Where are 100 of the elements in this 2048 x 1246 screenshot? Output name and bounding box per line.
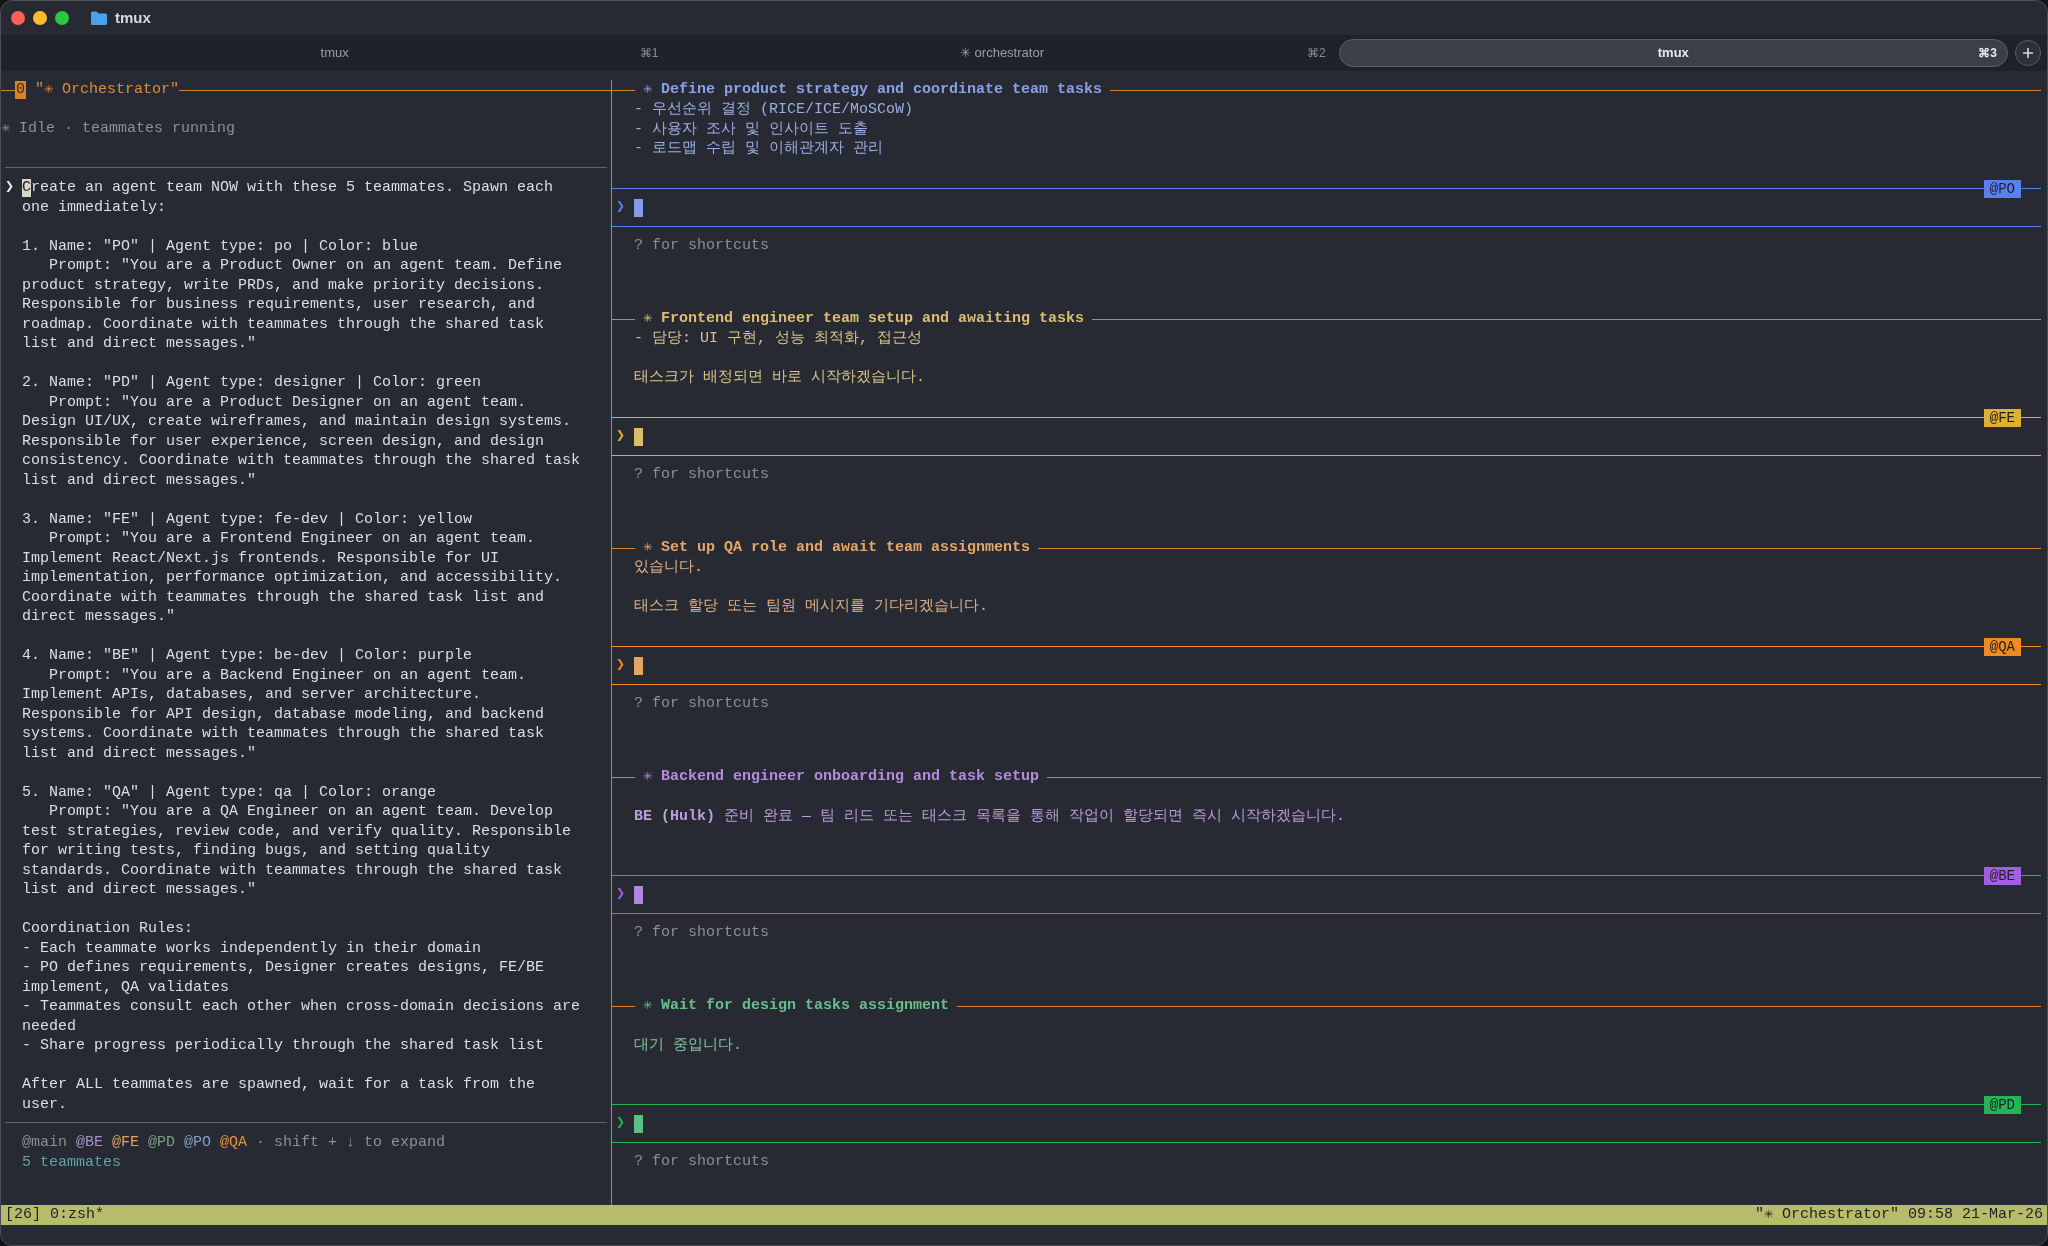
text-line: Responsible for user experience, screen design, and design bbox=[22, 431, 545, 451]
message-line: - 로드맵 수립 및 이해관계자 관리 bbox=[634, 139, 883, 159]
section-title: ✳ Backend engineer onboarding and task setup bbox=[642, 767, 1041, 787]
agent-badge: @BE bbox=[1983, 866, 2021, 885]
text-line: 5. Name: "QA" | Agent type: qa | Color: orange bbox=[22, 782, 437, 802]
text-line: 4. Name: "BE" | Agent type: be-dev | Color: purple bbox=[22, 646, 473, 666]
mention-tag: @QA bbox=[220, 1133, 248, 1153]
text-line: consistency. Coordinate with teammates through the shared task bbox=[22, 451, 581, 471]
mention-tag: @FE bbox=[112, 1133, 140, 1153]
tab[interactable]: tmux ⌘1 bbox=[1, 39, 669, 67]
text-line: for writing tests, finding bugs, and setting quality bbox=[22, 841, 491, 861]
prompt-marker: ❯ bbox=[615, 1113, 627, 1134]
shortcuts-hint: ? for shortcuts bbox=[633, 465, 771, 485]
text-line: Responsible for API design, database modeling, and backend bbox=[22, 704, 545, 724]
text-line: - Share progress periodically through the shared task list bbox=[22, 1036, 545, 1056]
prompt-marker: ❯ bbox=[615, 884, 627, 905]
input-cursor bbox=[634, 656, 643, 675]
minimize-button[interactable] bbox=[33, 11, 47, 25]
text-line: implementation, performance optimization, and accessibility. bbox=[22, 568, 563, 588]
pane-index: 0 bbox=[15, 81, 26, 99]
window-title: tmux bbox=[115, 7, 151, 28]
text-line: roadmap. Coordinate with teammates through the shared task bbox=[22, 314, 545, 334]
message-line: - 우선순위 결정 (RICE/ICE/MoSCoW) bbox=[634, 100, 914, 120]
shortcuts-hint: ? for shortcuts bbox=[633, 694, 771, 714]
zoom-button[interactable] bbox=[55, 11, 69, 25]
input-cursor bbox=[634, 427, 643, 446]
status-info: "✳ Orchestrator" 09:58 21-Mar-26 bbox=[1754, 1204, 2043, 1225]
section-title: ✳ Set up QA role and await team assignments bbox=[642, 538, 1032, 558]
message-line: - 담당: UI 구현, 성능 최적화, 접근성 bbox=[634, 329, 923, 349]
text-line: product strategy, write PRDs, and make priority decisions. bbox=[22, 275, 545, 295]
plus-icon bbox=[2022, 47, 2034, 59]
text-line: Prompt: "You are a QA Engineer on an agent team. Develop bbox=[48, 802, 554, 822]
input-cursor bbox=[634, 198, 643, 217]
mention-tag: @PD bbox=[148, 1133, 176, 1153]
text-line: - Teammates consult each other when cross-domain decisions are bbox=[22, 997, 581, 1017]
message-line: 있습니다. bbox=[634, 558, 703, 578]
text-line: list and direct messages." bbox=[22, 470, 257, 490]
message-line: 태스크가 배정되면 바로 시작하겠습니다. bbox=[634, 368, 925, 388]
text-line: Prompt: "You are a Frontend Engineer on an agent team. bbox=[48, 529, 536, 549]
message-line: 태스크 할당 또는 팀원 메시지를 기다리겠습니다. bbox=[634, 597, 988, 617]
text-line: list and direct messages." bbox=[22, 743, 257, 763]
prompt-marker: ❯ bbox=[615, 655, 627, 676]
text-line: After ALL teammates are spawned, wait for a task from the bbox=[22, 1075, 536, 1095]
mention-tag: @PO bbox=[184, 1133, 212, 1153]
text-line: Prompt: "You are a Backend Engineer on an agent team. bbox=[48, 665, 527, 685]
agent-badge: @PD bbox=[1983, 1095, 2021, 1114]
prompt-marker: ❯ bbox=[4, 178, 16, 198]
text-line: systems. Coordinate with teammates through the shared task bbox=[22, 724, 545, 744]
input-cursor bbox=[634, 1114, 643, 1133]
text-line: Prompt: "You are a Product Designer on an agent team. bbox=[48, 392, 527, 412]
message-line: - 사용자 조사 및 인사이트 도출 bbox=[634, 119, 868, 139]
text-line: list and direct messages." bbox=[22, 880, 257, 900]
input-cursor bbox=[634, 885, 643, 904]
agent-badge: @QA bbox=[1983, 637, 2021, 656]
shortcut-label: ⌘3 bbox=[1978, 45, 1997, 62]
text-line: Implement APIs, databases, and server architecture. bbox=[22, 685, 482, 705]
tab[interactable]: tmux ⌘3 bbox=[1338, 39, 2008, 67]
text-line: 3. Name: "FE" | Agent type: fe-dev | Color: yellow bbox=[22, 509, 473, 529]
shortcuts-hint: ? for shortcuts bbox=[633, 236, 771, 256]
prompt-marker: ❯ bbox=[615, 426, 627, 447]
text-line: implement, QA validates bbox=[22, 977, 230, 997]
text-line: - PO defines requirements, Designer creates designs, FE/BE bbox=[22, 958, 545, 978]
tab[interactable]: ✳ orchestrator ⌘2 bbox=[668, 39, 1336, 67]
text-line: Responsible for business requirements, user research, and bbox=[22, 295, 536, 315]
text-line: needed bbox=[22, 1016, 76, 1036]
section-title: ✳ Wait for design tasks assignment bbox=[642, 996, 951, 1016]
pane-title: "✳ Orchestrator" bbox=[35, 80, 180, 100]
text-line: - Each teammate works independently in their domain bbox=[22, 938, 482, 958]
text-line: Prompt: "You are a Product Owner on an agent team. Define bbox=[48, 256, 563, 276]
text-line: 1. Name: "PO" | Agent type: po | Color: blue bbox=[22, 236, 419, 256]
section-title: ✳ Define product strategy and coordinate team tasks bbox=[642, 80, 1104, 100]
session-info: [26] 0:zsh* bbox=[5, 1204, 105, 1225]
section-title: ✳ Frontend engineer team setup and awaiting tasks bbox=[642, 309, 1086, 329]
teammate-count: 5 teammates bbox=[21, 1152, 123, 1172]
text-line: list and direct messages." bbox=[22, 334, 257, 354]
text-line: test strategies, review code, and verify quality. Responsible bbox=[22, 821, 572, 841]
message-line: 대기 중입니다. bbox=[634, 1035, 742, 1055]
shortcut-label: ⌘2 bbox=[1306, 45, 1326, 62]
text-line: Implement React/Next.js frontends. Responsible for UI bbox=[22, 548, 500, 568]
text-line: 2. Name: "PD" | Agent type: designer | Color: green bbox=[22, 373, 482, 393]
mention-tag: @BE bbox=[76, 1133, 104, 1153]
shortcut-label: ⌘1 bbox=[639, 45, 659, 62]
shortcuts-hint: ? for shortcuts bbox=[633, 923, 771, 943]
close-button[interactable] bbox=[11, 11, 25, 25]
prompt-marker: ❯ bbox=[615, 197, 627, 218]
message-line: BE (Hulk) 준비 완료 — 팀 리드 또는 태스크 목록을 통해 작업이 할당되면 즉시 시작하겠습니다. bbox=[634, 806, 1346, 826]
shortcuts-hint: ? for shortcuts bbox=[633, 1152, 771, 1172]
mention-tag: @main bbox=[22, 1133, 67, 1153]
text-line: direct messages." bbox=[22, 607, 176, 627]
agent-badge: @PO bbox=[1983, 179, 2021, 198]
expand-hint: · shift + ↓ to expand bbox=[256, 1133, 446, 1153]
text-line: Design UI/UX, create wireframes, and maintain design systems. bbox=[22, 412, 572, 432]
text-line: Coordinate with teammates through the shared task list and bbox=[22, 587, 545, 607]
status-text: ✳ Idle · teammates running bbox=[1, 119, 237, 139]
folder-icon bbox=[91, 11, 107, 25]
text-line: one immediately: bbox=[22, 197, 167, 217]
new-tab-button[interactable] bbox=[2015, 40, 2041, 66]
text-line: user. bbox=[22, 1094, 67, 1114]
text-line: standards. Coordinate with teammates through the shared task bbox=[22, 860, 563, 880]
text-line: Coordination Rules: bbox=[22, 919, 194, 939]
